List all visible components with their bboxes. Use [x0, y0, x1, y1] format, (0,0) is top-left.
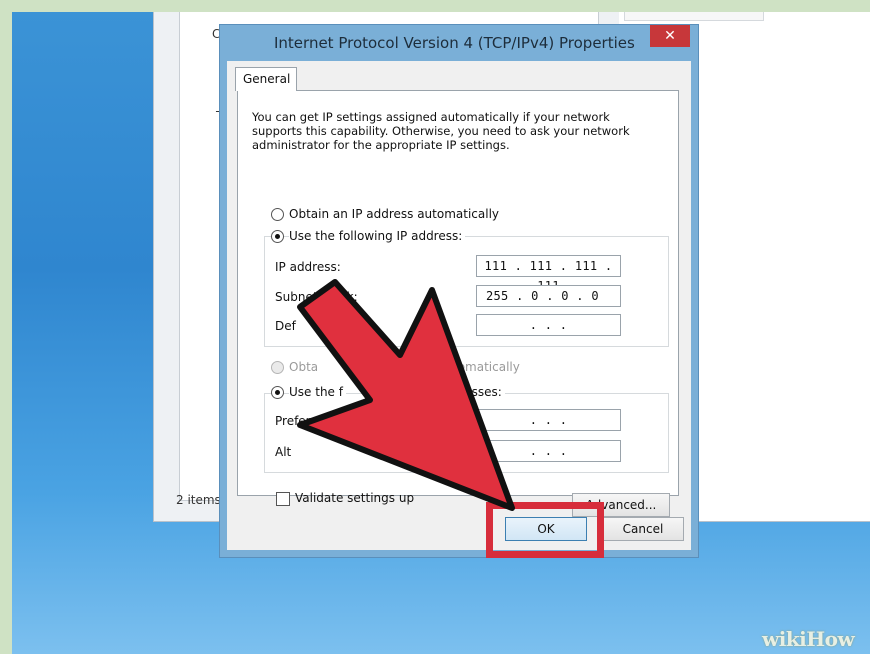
radio-obtain-dns-auto-label-mid: r a — [406, 360, 423, 374]
preferred-dns-field[interactable]: . . . — [476, 409, 621, 431]
alternate-dns-label: Alt — [275, 445, 292, 459]
dialog-title: Internet Protocol Version 4 (TCP/IPv4) P… — [274, 34, 635, 52]
ipv4-properties-dialog: Internet Protocol Version 4 (TCP/IPv4) P… — [220, 25, 698, 557]
validate-settings-label: Validate settings up — [295, 491, 415, 505]
ip-address-field[interactable]: 111 . 111 . 111 . 111 — [476, 255, 621, 293]
validate-settings-checkbox[interactable] — [276, 492, 290, 506]
radio-obtain-ip-auto-label: Obtain an IP address automatically — [289, 207, 500, 221]
ok-button-highlight — [486, 502, 604, 558]
radio-obtain-dns-auto-label-tail: tomatically — [453, 360, 520, 374]
alternate-dns-field[interactable]: . . . — [476, 440, 621, 462]
cancel-button[interactable]: Cancel — [602, 517, 684, 541]
radio-use-ip-label: Use the following IP address: — [289, 229, 466, 243]
ip-address-label: IP address: — [275, 260, 341, 274]
background-window-strip — [624, 12, 764, 21]
radio-use-dns-label-tail: dresses: — [452, 385, 505, 399]
default-gateway-label: Def — [275, 319, 296, 333]
radio-use-dns[interactable] — [271, 386, 284, 399]
radio-obtain-dns-auto[interactable] — [271, 361, 284, 374]
radio-use-dns-label: Use the f — [289, 385, 346, 399]
subnet-mask-field[interactable]: 255 . 0 . 0 . 0 — [476, 285, 621, 307]
subnet-mask-label: Subnet mask: — [275, 290, 358, 304]
watermark: wikiHow — [762, 627, 855, 651]
radio-obtain-dns-auto-label: Obta — [289, 360, 319, 374]
dialog-titlebar[interactable]: Internet Protocol Version 4 (TCP/IPv4) P… — [220, 25, 698, 61]
status-item-count: 2 items — [176, 493, 221, 507]
description-text: You can get IP settings assigned automat… — [252, 110, 630, 152]
radio-obtain-ip-auto[interactable] — [271, 208, 284, 221]
radio-use-ip[interactable] — [271, 230, 284, 243]
image-frame: C T 2 items Internet Protocol Version 4 … — [0, 0, 870, 654]
default-gateway-label-tail: way: — [348, 319, 376, 333]
default-gateway-field[interactable]: . . . — [476, 314, 621, 336]
close-icon: ✕ — [664, 28, 676, 44]
general-panel: You can get IP settings assigned automat… — [237, 90, 679, 517]
preferred-dns-label: Preferred DN — [275, 414, 353, 428]
tab-general[interactable]: General — [235, 67, 297, 91]
close-button[interactable]: ✕ — [650, 25, 690, 47]
